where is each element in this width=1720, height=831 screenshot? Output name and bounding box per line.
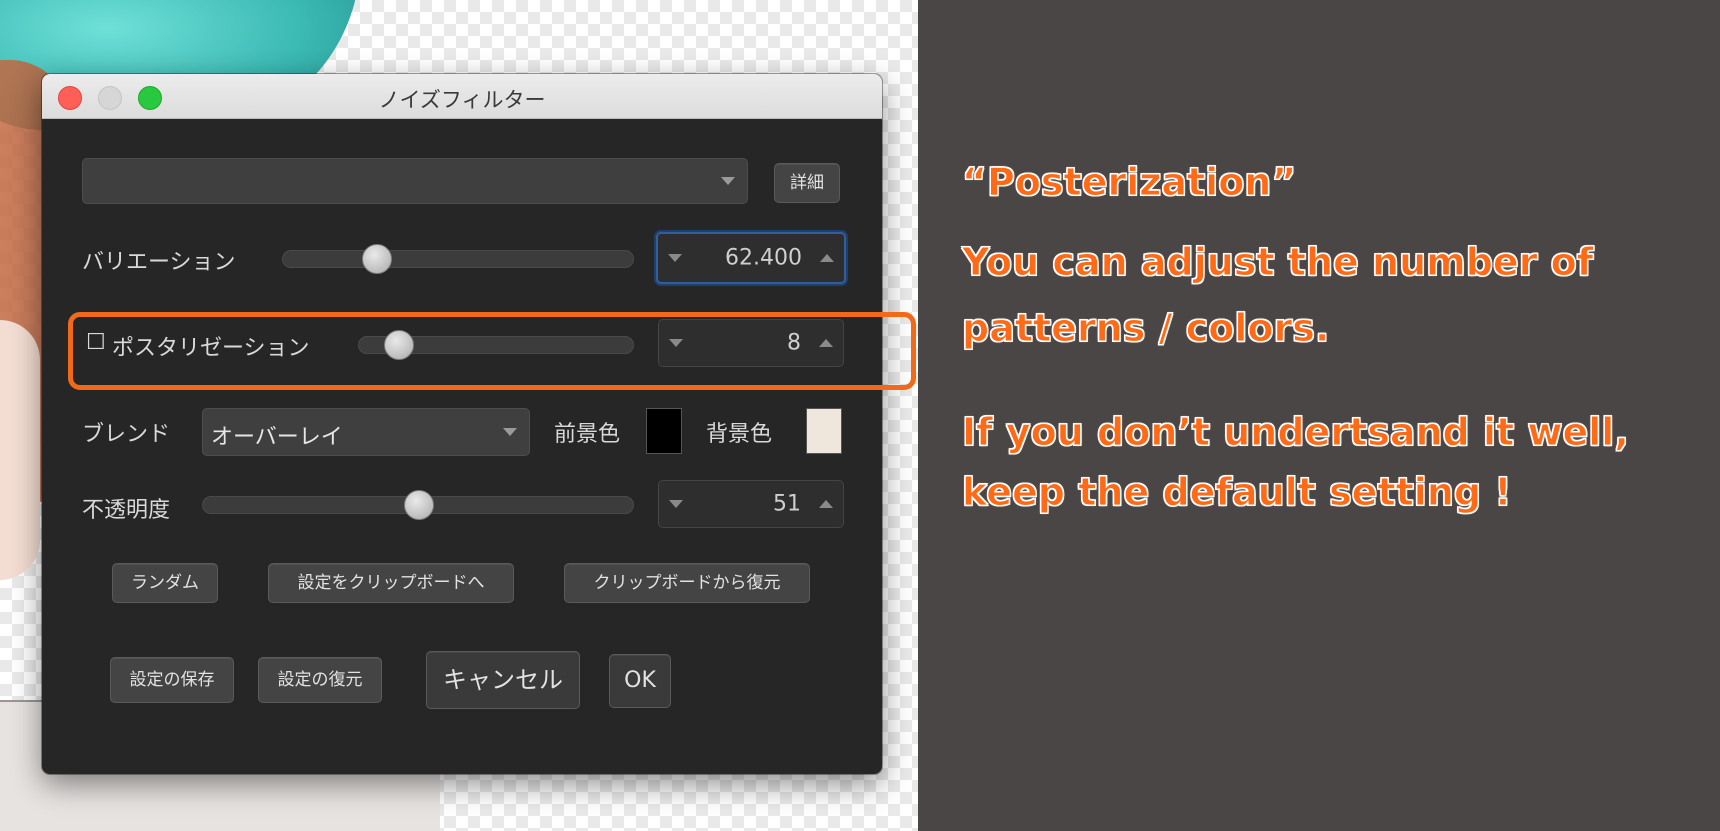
random-button[interactable]: ランダム	[112, 563, 218, 603]
blend-mode-value: オーバーレイ	[211, 425, 343, 450]
noise-filter-dialog: ノイズフィルター 詳細 バリエーション 62.400 ☐ ポスタリゼーション 8…	[42, 74, 882, 774]
blend-mode-dropdown[interactable]: オーバーレイ	[202, 408, 530, 456]
save-settings-button[interactable]: 設定の保存	[110, 657, 234, 703]
details-button[interactable]: 詳細	[774, 163, 840, 203]
background-color-swatch[interactable]	[806, 408, 842, 454]
variation-stepper[interactable]: 62.400	[656, 232, 846, 284]
variation-value: 62.400	[725, 245, 802, 271]
variation-slider-thumb[interactable]	[362, 244, 392, 274]
annotation-line-1: You can adjust the number of	[961, 240, 1594, 285]
opacity-slider-thumb[interactable]	[404, 490, 434, 520]
decrement-icon[interactable]	[669, 500, 683, 508]
ok-button[interactable]: OK	[609, 654, 671, 708]
chevron-down-icon	[721, 177, 735, 185]
foreground-color-label: 前景色	[554, 422, 621, 447]
opacity-stepper[interactable]: 51	[658, 480, 844, 528]
variation-label: バリエーション	[82, 250, 236, 275]
decrement-icon[interactable]	[668, 254, 682, 262]
foreground-color-swatch[interactable]	[646, 408, 682, 454]
blend-label: ブレンド	[82, 422, 171, 447]
annotation-title: “Posterization”	[961, 160, 1297, 205]
title-bar[interactable]: ノイズフィルター	[42, 74, 882, 119]
chevron-down-icon	[503, 428, 517, 436]
artwork-face	[0, 320, 40, 580]
window-title: ノイズフィルター	[378, 88, 546, 112]
posterization-highlight-box	[68, 312, 916, 390]
variation-slider[interactable]	[282, 250, 634, 268]
annotation-line-2: patterns / colors.	[961, 306, 1330, 351]
increment-icon[interactable]	[820, 254, 834, 262]
preset-dropdown[interactable]	[82, 158, 748, 204]
increment-icon[interactable]	[819, 500, 833, 508]
opacity-label: 不透明度	[82, 498, 171, 523]
copy-settings-to-clipboard-button[interactable]: 設定をクリップボードへ	[268, 563, 514, 603]
annotation-line-4: keep the default setting !	[962, 470, 1513, 515]
cancel-button[interactable]: キャンセル	[426, 651, 580, 709]
restore-settings-button[interactable]: 設定の復元	[258, 657, 382, 703]
opacity-value: 51	[773, 491, 801, 517]
annotation-line-3: If you don’t undertsand it well,	[962, 410, 1630, 455]
background-color-label: 背景色	[706, 422, 773, 447]
restore-from-clipboard-button[interactable]: クリップボードから復元	[564, 563, 810, 603]
